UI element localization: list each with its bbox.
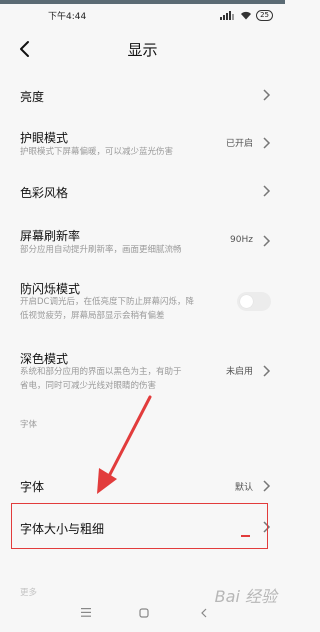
annotation-arrow-icon — [97, 395, 152, 494]
back-nav-icon[interactable] — [200, 608, 208, 618]
menu-icon[interactable] — [81, 608, 91, 617]
home-icon[interactable] — [139, 608, 149, 618]
watermark: Bai 经验 — [214, 587, 277, 606]
